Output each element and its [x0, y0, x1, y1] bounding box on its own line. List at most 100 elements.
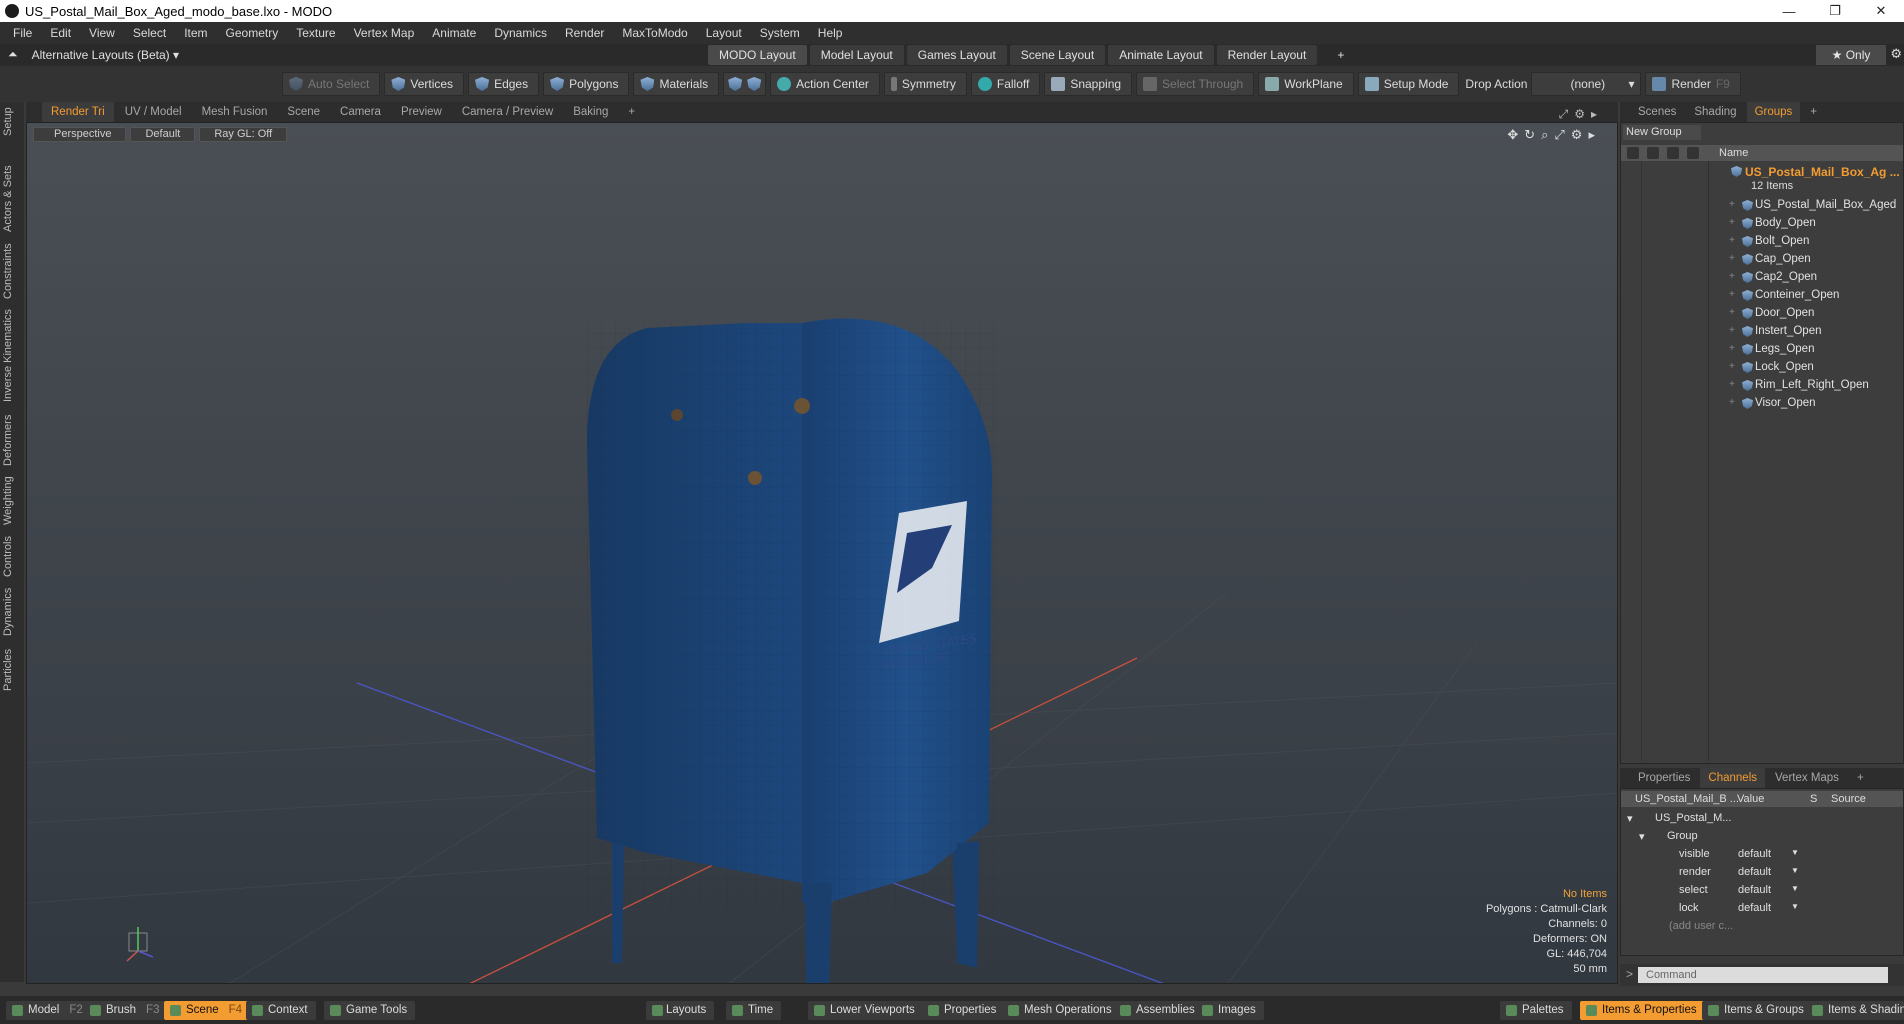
falloff-button[interactable]: Falloff — [970, 72, 1041, 96]
menu-help[interactable]: Help — [809, 26, 852, 40]
tab-mesh-fusion[interactable]: Mesh Fusion — [193, 102, 277, 122]
tab-controls[interactable]: Controls — [2, 534, 22, 580]
menu-vertex-map[interactable]: Vertex Map — [345, 26, 424, 40]
list-item[interactable]: + Cap2_Open — [1621, 269, 1903, 287]
item-column-header[interactable]: US_Postal_Mail_B ... — [1635, 793, 1739, 805]
minimize-button[interactable]: — — [1766, 0, 1812, 22]
tab-channels[interactable]: Channels — [1700, 768, 1766, 788]
menu-layout[interactable]: Layout — [697, 26, 751, 40]
palettes-button[interactable]: Palettes — [1500, 1001, 1572, 1020]
polygons-button[interactable]: Polygons — [543, 72, 630, 96]
action-center-button[interactable]: Action Center — [770, 72, 880, 96]
list-item[interactable]: + Door_Open — [1621, 305, 1903, 323]
list-item[interactable]: + Legs_Open — [1621, 341, 1903, 359]
list-item[interactable]: + Rim_Left_Right_Open — [1621, 377, 1903, 395]
chevron-down-icon[interactable]: ▼ — [1791, 902, 1799, 911]
3d-viewport[interactable]: UNITED STATES POSTAL SE Perspective Defa… — [26, 122, 1618, 984]
menu-render[interactable]: Render — [556, 26, 613, 40]
channel-lock-row[interactable]: lock default ▼ — [1621, 899, 1903, 917]
menu-dynamics[interactable]: Dynamics — [485, 26, 556, 40]
menu-maxtomodo[interactable]: MaxToModo — [613, 26, 696, 40]
model-button[interactable]: Model F2 — [6, 1001, 91, 1020]
properties-button[interactable]: Properties — [922, 1001, 1005, 1020]
s-column-header[interactable]: S — [1810, 793, 1817, 805]
tab-modo-layout[interactable]: MODO Layout — [708, 45, 807, 65]
maximize-button[interactable]: ❐ — [1812, 0, 1858, 22]
chevron-down-icon[interactable]: ▼ — [1791, 884, 1799, 893]
chevron-down-icon[interactable]: ▼ — [1791, 848, 1799, 857]
items-shading-button[interactable]: Items & Shading — [1806, 1001, 1904, 1020]
channel-render-row[interactable]: render default ▼ — [1621, 863, 1903, 881]
vertices-button[interactable]: Vertices — [384, 72, 465, 96]
render-column-icon[interactable] — [1647, 147, 1659, 159]
view-perspective-button[interactable]: Perspective — [33, 127, 127, 142]
list-item[interactable]: + Lock_Open — [1621, 359, 1903, 377]
brush-button[interactable]: Brush F3 — [84, 1001, 168, 1020]
tab-actors-sets[interactable]: Actors & Sets — [2, 162, 22, 236]
new-group-button[interactable]: New Group — [1623, 125, 1701, 140]
context-button[interactable]: Context — [246, 1001, 316, 1020]
menu-view[interactable]: View — [80, 26, 124, 40]
tab-scene-layout[interactable]: Scene Layout — [1009, 45, 1106, 65]
visibility-column-icon[interactable] — [1627, 147, 1639, 159]
alternative-layouts-dropdown[interactable]: Alternative Layouts (Beta) ▾ — [32, 48, 179, 62]
tab-games-layout[interactable]: Games Layout — [906, 45, 1007, 65]
tab-inverse-kinematics[interactable]: Inverse Kinematics — [2, 306, 22, 406]
lock-column-icon[interactable] — [1667, 147, 1679, 159]
menu-texture[interactable]: Texture — [287, 26, 344, 40]
tab-preview[interactable]: Preview — [392, 102, 451, 122]
viewport-nav-icons[interactable]: ✥↻⌕⤢⚙▸ — [1507, 127, 1601, 143]
workplane-button[interactable]: WorkPlane — [1258, 72, 1354, 96]
list-item[interactable]: + Instert_Open — [1621, 323, 1903, 341]
channel-select-row[interactable]: select default ▼ — [1621, 881, 1903, 899]
menu-select[interactable]: Select — [124, 26, 175, 40]
tab-properties[interactable]: Properties — [1630, 768, 1698, 788]
raygl-toggle[interactable]: Ray GL: Off — [199, 127, 288, 142]
tab-particles[interactable]: Particles — [2, 644, 22, 696]
select-through-button[interactable]: Select Through — [1136, 72, 1255, 96]
edges-button[interactable]: Edges — [468, 72, 540, 96]
menu-file[interactable]: File — [4, 26, 41, 40]
tab-deformers[interactable]: Deformers — [2, 412, 22, 468]
layouts-button[interactable]: Layouts — [646, 1001, 715, 1020]
drop-action-select[interactable]: (none) ▾ — [1531, 72, 1642, 96]
render-button[interactable]: Render F9 — [1645, 72, 1741, 96]
tab-render-layout[interactable]: Render Layout — [1216, 45, 1318, 65]
tab-animate-layout[interactable]: Animate Layout — [1108, 45, 1214, 65]
close-button[interactable]: ✕ — [1858, 0, 1904, 22]
menu-animate[interactable]: Animate — [423, 26, 485, 40]
lower-viewports-button[interactable]: Lower Viewports — [808, 1001, 923, 1020]
select-column-icon[interactable] — [1687, 147, 1699, 159]
mesh-operations-button[interactable]: Mesh Operations — [1002, 1001, 1120, 1020]
list-item[interactable]: + Body_Open — [1621, 215, 1903, 233]
menu-system[interactable]: System — [751, 26, 809, 40]
tab-render-tri[interactable]: Render Tri — [42, 102, 114, 122]
channel-item-row[interactable]: ▾ US_Postal_M... — [1621, 809, 1903, 827]
auto-select-button[interactable]: Auto Select — [282, 72, 381, 96]
list-item[interactable]: + Bolt_Open — [1621, 233, 1903, 251]
tab-uv-model[interactable]: UV / Model — [116, 102, 191, 122]
scene-button[interactable]: Scene F4 — [164, 1001, 251, 1020]
viewport-options-icons[interactable]: ⤢⚙▸ — [1550, 104, 1612, 124]
items-groups-button[interactable]: Items & Groups — [1702, 1001, 1812, 1020]
time-button[interactable]: Time — [726, 1001, 782, 1020]
images-button[interactable]: Images — [1196, 1001, 1264, 1020]
tab-shading[interactable]: Shading — [1686, 102, 1744, 122]
name-column-header[interactable]: Name — [1719, 147, 1748, 159]
menu-geometry[interactable]: Geometry — [217, 26, 288, 40]
tab-scenes[interactable]: Scenes — [1630, 102, 1684, 122]
tab-weighting[interactable]: Weighting — [2, 474, 22, 528]
add-channel-tab-button[interactable]: + — [1849, 768, 1872, 788]
game-tools-button[interactable]: Game Tools — [324, 1001, 416, 1020]
tab-vertex-maps[interactable]: Vertex Maps — [1767, 768, 1847, 788]
list-item[interactable]: + Cap_Open — [1621, 251, 1903, 269]
list-item[interactable]: + Conteiner_Open — [1621, 287, 1903, 305]
chevron-down-icon[interactable]: ▼ — [1791, 866, 1799, 875]
symmetry-button[interactable]: Symmetry — [883, 72, 967, 96]
add-panel-tab-button[interactable]: + — [1802, 102, 1825, 122]
item-mode-button[interactable] — [723, 72, 767, 96]
source-column-header[interactable]: Source — [1831, 793, 1866, 805]
tab-setup[interactable]: Setup — [2, 106, 22, 138]
gear-icon[interactable]: ⚙ — [1890, 46, 1902, 62]
tab-groups[interactable]: Groups — [1746, 102, 1801, 122]
